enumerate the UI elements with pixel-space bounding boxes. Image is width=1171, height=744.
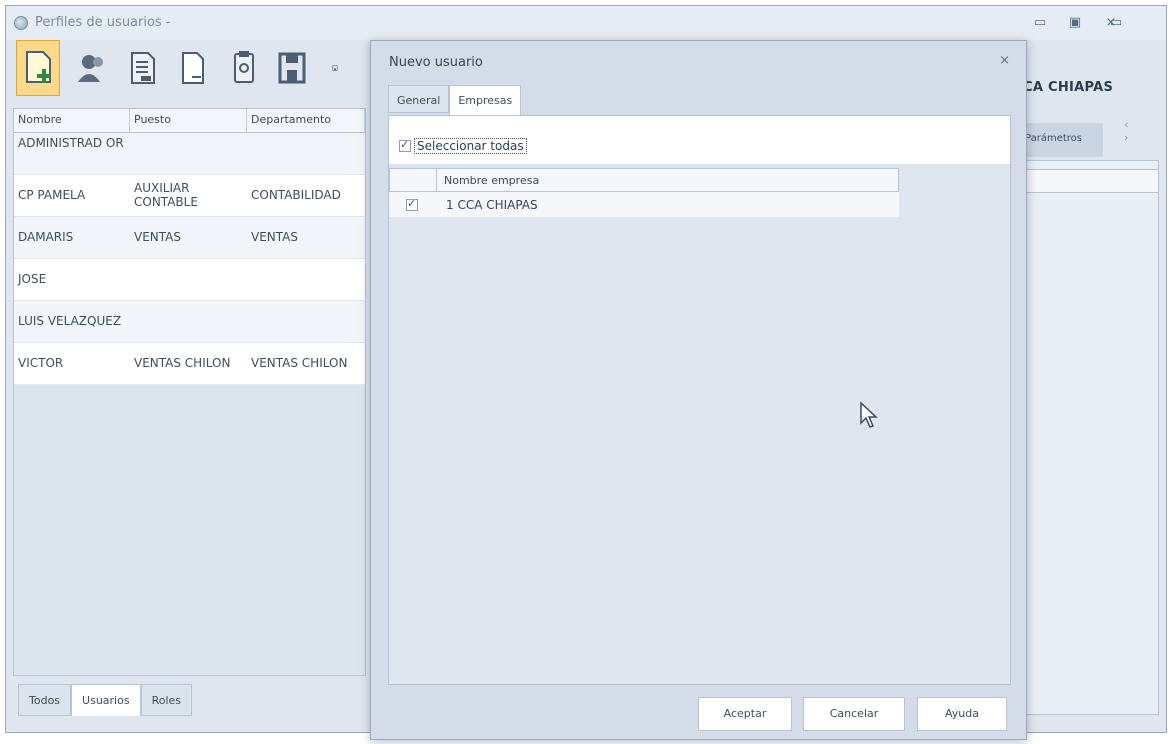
- cell-nombre: ADMINISTRAD OR: [18, 136, 124, 150]
- table-row[interactable]: DAMARIS VENTAS VENTAS: [14, 217, 365, 259]
- app-icon: [14, 16, 28, 30]
- new-user-button[interactable]: [16, 40, 60, 96]
- save-icon: [278, 52, 306, 84]
- right-panel: [1018, 160, 1159, 715]
- empresas-panel: Seleccionar todas Nombre empresa 1 CCA C…: [388, 115, 1011, 685]
- table-row[interactable]: LUIS VELAZQUEZ: [14, 301, 365, 343]
- cell-departamento: CONTABILIDAD: [251, 187, 341, 202]
- table-row[interactable]: JOSE: [14, 259, 365, 301]
- select-all-bar: Seleccionar todas: [389, 116, 1010, 164]
- companies-grid-header: Nombre empresa: [389, 168, 899, 192]
- checkbox-checked-icon[interactable]: [399, 138, 411, 152]
- save-close-icon: [332, 65, 338, 71]
- column-header-departamento[interactable]: Departamento: [247, 109, 365, 132]
- cell-puesto: VENTAS: [134, 229, 181, 244]
- blank-page-icon: [182, 52, 204, 84]
- titlebar: Perfiles de usuarios - ▭: [6, 6, 1166, 40]
- minimize-button[interactable]: ▭: [1030, 14, 1050, 32]
- cell-puesto: [130, 276, 247, 284]
- tab-todos[interactable]: Todos: [18, 684, 72, 716]
- cell-departamento: [247, 318, 365, 326]
- cell-nombre: JOSE: [18, 271, 47, 286]
- cell-departamento: [247, 133, 365, 174]
- select-all-label[interactable]: Seleccionar todas: [414, 138, 527, 154]
- blank-page-button[interactable]: [170, 40, 214, 96]
- save-button[interactable]: [270, 40, 314, 96]
- dialog-title: Nuevo usuario: [389, 55, 483, 70]
- mouse-cursor-icon: [860, 401, 878, 428]
- cell-departamento: VENTAS CHILON: [251, 355, 348, 370]
- cell-departamento: VENTAS: [251, 229, 298, 244]
- edit-user-button[interactable]: [68, 40, 112, 96]
- cancel-button[interactable]: Cancelar: [803, 697, 905, 731]
- dialog-tabs: General Empresas: [388, 85, 522, 115]
- tab-parametros[interactable]: Parámetros: [1021, 123, 1103, 157]
- column-header-nombre[interactable]: Nombre: [14, 109, 130, 132]
- cell-departamento: [247, 276, 365, 284]
- cell-puesto: [130, 318, 247, 326]
- tab-usuarios[interactable]: Usuarios: [71, 684, 141, 716]
- maximize-button[interactable]: ▣: [1065, 14, 1085, 32]
- table-row[interactable]: ADMINISTRAD OR: [14, 133, 365, 175]
- column-header-puesto[interactable]: Puesto: [130, 109, 247, 132]
- new-document-icon: [26, 51, 51, 83]
- users-grid: Nombre Puesto Departamento ADMINISTRAD O…: [13, 108, 366, 676]
- cell-nombre: LUIS VELAZQUEZ: [18, 313, 122, 328]
- new-user-dialog: Nuevo usuario ⨯ General Empresas Selecci…: [370, 40, 1027, 740]
- document-icon: [131, 52, 155, 84]
- tab-scroll-arrows[interactable]: ‹ ›: [1124, 118, 1171, 144]
- cell-nombre: VICTOR: [18, 355, 64, 370]
- right-panel-header-strip: [1019, 169, 1158, 193]
- company-name: 1 CCA CHIAPAS: [446, 198, 538, 212]
- cell-puesto: AUXILIAR CONTABLE: [134, 181, 198, 209]
- toolbar: [10, 40, 370, 102]
- table-row[interactable]: VICTOR VENTAS CHILON VENTAS CHILON: [14, 343, 365, 385]
- companies-grid: Nombre empresa 1 CCA CHIAPAS: [389, 168, 1010, 684]
- user-icon: [78, 55, 103, 82]
- cell-nombre: CP PAMELA: [18, 187, 86, 202]
- clipboard-icon: [234, 51, 254, 83]
- save-close-button[interactable]: [318, 40, 338, 96]
- table-row[interactable]: 1 CCA CHIAPAS: [389, 192, 899, 218]
- company-header: CA CHIAPAS: [1023, 80, 1114, 95]
- document-button[interactable]: [120, 40, 164, 96]
- accept-button[interactable]: Aceptar: [698, 697, 792, 731]
- table-row[interactable]: CP PAMELA AUXILIAR CONTABLE CONTABILIDAD: [14, 175, 365, 217]
- header-check-column: [390, 169, 437, 191]
- column-header-nombre-empresa[interactable]: Nombre empresa: [444, 174, 539, 187]
- users-grid-header: Nombre Puesto Departamento: [14, 109, 365, 133]
- tab-empresas[interactable]: Empresas: [449, 85, 522, 115]
- company-checkbox[interactable]: [406, 197, 418, 211]
- tab-general[interactable]: General: [388, 85, 450, 113]
- cell-puesto: [130, 133, 247, 174]
- window-title: Perfiles de usuarios -: [35, 15, 171, 30]
- clipboard-button[interactable]: [222, 40, 266, 96]
- help-button[interactable]: Ayuda: [917, 697, 1007, 731]
- close-window-button[interactable]: ⨯: [1101, 14, 1121, 32]
- dialog-close-button[interactable]: ⨯: [999, 53, 1010, 68]
- select-all-checkbox[interactable]: Seleccionar todas: [399, 138, 527, 154]
- bottom-tabs: Todos Usuarios Roles: [18, 684, 193, 716]
- cell-puesto: VENTAS CHILON: [134, 355, 231, 370]
- tab-roles[interactable]: Roles: [140, 684, 193, 716]
- cell-nombre: DAMARIS: [18, 229, 74, 244]
